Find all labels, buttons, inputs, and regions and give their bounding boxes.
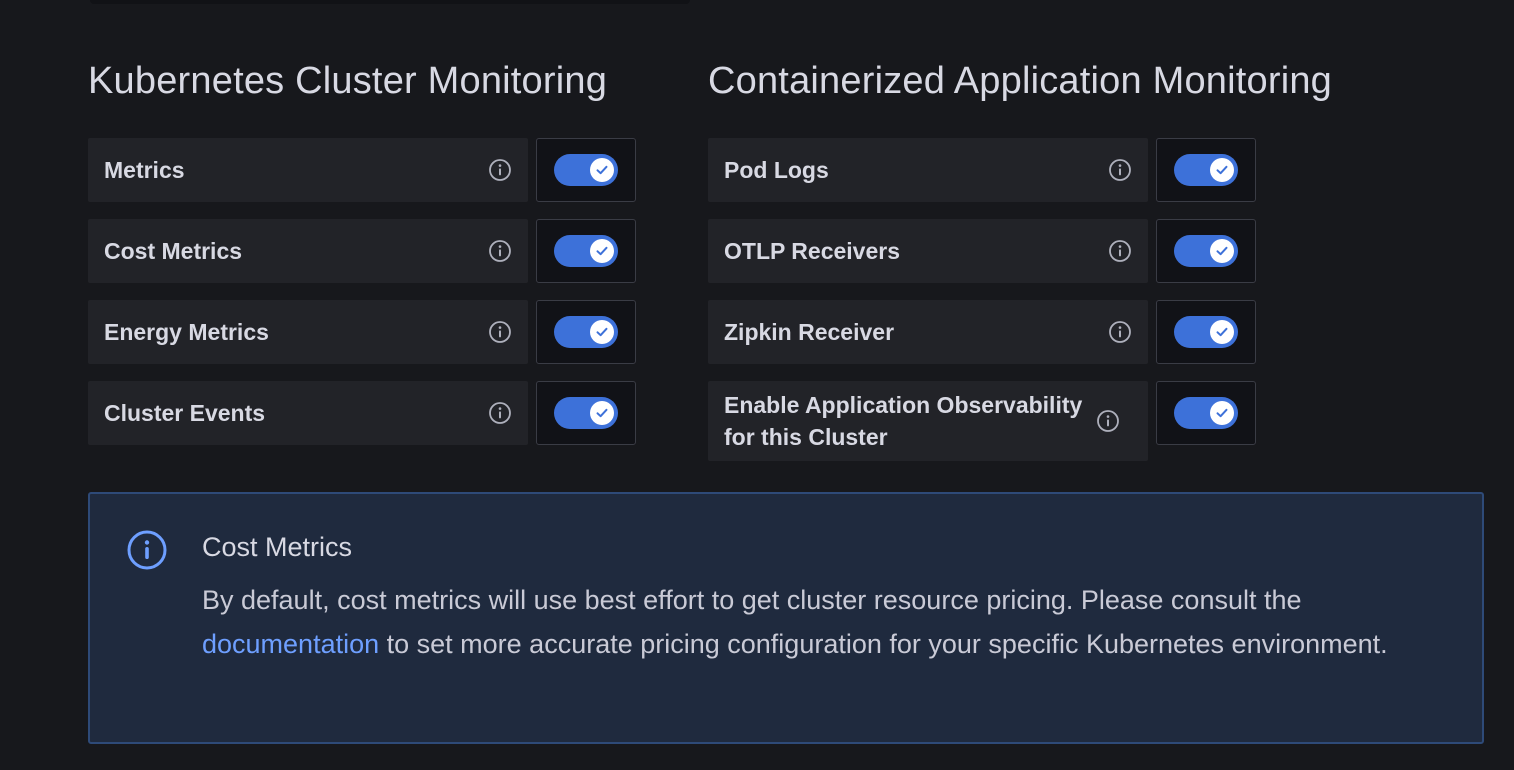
check-icon: [596, 327, 608, 337]
pod-logs-toggle[interactable]: [1174, 154, 1238, 186]
check-icon: [1216, 246, 1228, 256]
toggle-knob: [1210, 401, 1234, 425]
option-label: Cost Metrics: [104, 238, 243, 264]
option-label: Energy Metrics: [104, 319, 269, 345]
check-icon: [1216, 408, 1228, 418]
cost-metrics-toggle[interactable]: [554, 235, 618, 267]
toggle-container: [536, 138, 636, 202]
option-row-cost-metrics: Cost Metrics: [88, 219, 636, 283]
energy-metrics-toggle[interactable]: [554, 316, 618, 348]
check-icon: [1216, 165, 1228, 175]
toggle-knob: [1210, 158, 1234, 182]
info-circle-icon: [127, 530, 167, 570]
option-row-cluster-events: Cluster Events: [88, 381, 636, 445]
cluster-events-toggle[interactable]: [554, 397, 618, 429]
section-title: Kubernetes Cluster Monitoring: [88, 60, 608, 102]
info-circle-icon[interactable]: [488, 239, 512, 263]
toggle-knob: [1210, 239, 1234, 263]
option-label: Cluster Events: [104, 400, 266, 426]
toggle-container: [536, 300, 636, 364]
alert-title: Cost Metrics: [202, 532, 353, 562]
otlp-receivers-toggle[interactable]: [1174, 235, 1238, 267]
toggle-container: [1156, 300, 1256, 364]
option-label: Metrics: [104, 157, 185, 183]
top-panel-edge: [90, 0, 690, 4]
option-label-box: Metrics: [88, 138, 528, 202]
option-row-metrics: Metrics: [88, 138, 636, 202]
option-row-energy-metrics: Energy Metrics: [88, 300, 636, 364]
section-title: Containerized Application Monitoring: [708, 60, 1333, 102]
metrics-toggle[interactable]: [554, 154, 618, 186]
toggle-container: [1156, 138, 1256, 202]
toggle-container: [1156, 381, 1256, 445]
option-label: Pod Logs: [724, 157, 829, 183]
info-circle-icon[interactable]: [1108, 158, 1132, 182]
option-label-box: Pod Logs: [708, 138, 1148, 202]
alert-body-text: By default, cost metrics will use best e…: [202, 585, 1302, 615]
info-circle-icon[interactable]: [488, 158, 512, 182]
zipkin-receiver-toggle[interactable]: [1174, 316, 1238, 348]
option-label-box: Zipkin Receiver: [708, 300, 1148, 364]
documentation-link[interactable]: documentation: [202, 629, 379, 659]
alert-body-text: to set more accurate pricing configurati…: [379, 629, 1388, 659]
option-row-app-observability: Enable Application Observability for thi…: [708, 381, 1332, 461]
toggle-container: [1156, 219, 1256, 283]
option-label: Enable Application Observability for thi…: [724, 392, 1083, 450]
toggle-knob: [1210, 320, 1234, 344]
option-row-pod-logs: Pod Logs: [708, 138, 1332, 202]
info-circle-icon[interactable]: [1108, 239, 1132, 263]
toggle-knob: [590, 401, 614, 425]
toggle-knob: [590, 239, 614, 263]
check-icon: [1216, 327, 1228, 337]
app-observability-toggle[interactable]: [1174, 397, 1238, 429]
cost-metrics-info-alert: Cost Metrics By default, cost metrics wi…: [88, 492, 1484, 744]
option-row-zipkin-receiver: Zipkin Receiver: [708, 300, 1332, 364]
option-label-box: Energy Metrics: [88, 300, 528, 364]
check-icon: [596, 408, 608, 418]
option-row-otlp-receivers: OTLP Receivers: [708, 219, 1332, 283]
info-circle-icon[interactable]: [1108, 320, 1132, 344]
option-label: OTLP Receivers: [724, 238, 901, 264]
toggle-knob: [590, 320, 614, 344]
check-icon: [596, 165, 608, 175]
option-label-box: Cluster Events: [88, 381, 528, 445]
kubernetes-cluster-monitoring-section: Kubernetes Cluster Monitoring Metrics Co…: [88, 56, 636, 462]
option-label-box: OTLP Receivers: [708, 219, 1148, 283]
option-label-box: Cost Metrics: [88, 219, 528, 283]
info-circle-icon[interactable]: [488, 401, 512, 425]
check-icon: [596, 246, 608, 256]
containerized-application-monitoring-section: Containerized Application Monitoring Pod…: [708, 56, 1332, 478]
toggle-container: [536, 381, 636, 445]
option-label-box: Enable Application Observability for thi…: [708, 381, 1148, 461]
toggle-knob: [590, 158, 614, 182]
toggle-container: [536, 219, 636, 283]
info-circle-icon[interactable]: [488, 320, 512, 344]
alert-body: By default, cost metrics will use best e…: [202, 578, 1452, 666]
option-label: Zipkin Receiver: [724, 319, 895, 345]
info-circle-icon[interactable]: [1096, 409, 1120, 433]
